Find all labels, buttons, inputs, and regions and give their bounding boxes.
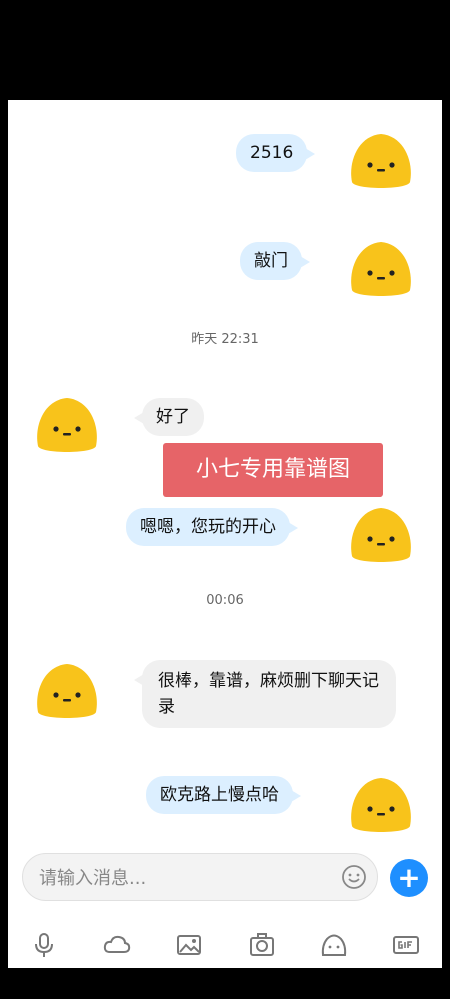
avatar-me[interactable]: [348, 504, 414, 566]
smiley-icon: [342, 865, 366, 889]
cloud-button[interactable]: [102, 930, 132, 960]
yellow-blob-avatar-icon: [351, 508, 411, 562]
timestamp: 昨天 22:31: [191, 332, 259, 347]
image-icon: [177, 935, 201, 955]
timestamp: 00:06: [206, 593, 244, 608]
message-bubble-me[interactable]: 嗯嗯，您玩的开心: [126, 508, 298, 546]
yellow-blob-avatar-icon: [351, 242, 411, 296]
message-text: 敲门: [254, 251, 288, 271]
yellow-blob-avatar-icon: [351, 778, 411, 832]
watermark-banner: 小七专用靠谱图: [163, 443, 383, 497]
message-input-bar: [22, 853, 378, 902]
yellow-blob-avatar-icon: [37, 664, 97, 718]
image-button[interactable]: [174, 930, 204, 960]
message-input[interactable]: [37, 854, 331, 902]
plus-icon: +: [397, 861, 421, 894]
avatar-them[interactable]: [34, 394, 100, 456]
message-bubble-them[interactable]: 好了: [134, 398, 204, 436]
chat-screen: 2516 敲门 昨天 22:31 好了 小七专用靠谱图 嗯嗯，您玩的开心 00:…: [8, 100, 442, 968]
add-button[interactable]: +: [390, 859, 428, 897]
cloud-icon: [103, 935, 131, 953]
avatar-me[interactable]: [348, 130, 414, 192]
message-bubble-them[interactable]: 很棒，靠谱，麻烦删下聊天记录: [134, 660, 396, 728]
message-bubble-me[interactable]: 2516: [236, 134, 316, 172]
camera-icon: [250, 933, 274, 956]
avatar-me[interactable]: [348, 238, 414, 300]
voice-button[interactable]: [29, 930, 59, 960]
message-text: 欧克路上慢点哈: [160, 785, 279, 805]
bottom-toolbar: [8, 920, 442, 968]
gif-icon: [393, 936, 419, 954]
sticker-button[interactable]: [319, 930, 349, 960]
message-text: 很棒，靠谱，麻烦删下聊天记录: [158, 671, 379, 717]
avatar-them[interactable]: [34, 660, 100, 722]
message-text: 好了: [156, 407, 190, 427]
yellow-blob-avatar-icon: [37, 398, 97, 452]
message-text: 嗯嗯，您玩的开心: [140, 517, 276, 537]
message-text: 2516: [250, 143, 294, 163]
message-bubble-me[interactable]: 欧克路上慢点哈: [146, 776, 301, 814]
message-bubble-me[interactable]: 敲门: [240, 242, 310, 280]
mic-icon: [35, 933, 53, 957]
emoji-button[interactable]: [341, 864, 367, 890]
camera-button[interactable]: [247, 930, 277, 960]
avatar-me[interactable]: [348, 774, 414, 836]
emoji-icon: [321, 934, 347, 956]
gif-button[interactable]: [391, 930, 421, 960]
yellow-blob-avatar-icon: [351, 134, 411, 188]
